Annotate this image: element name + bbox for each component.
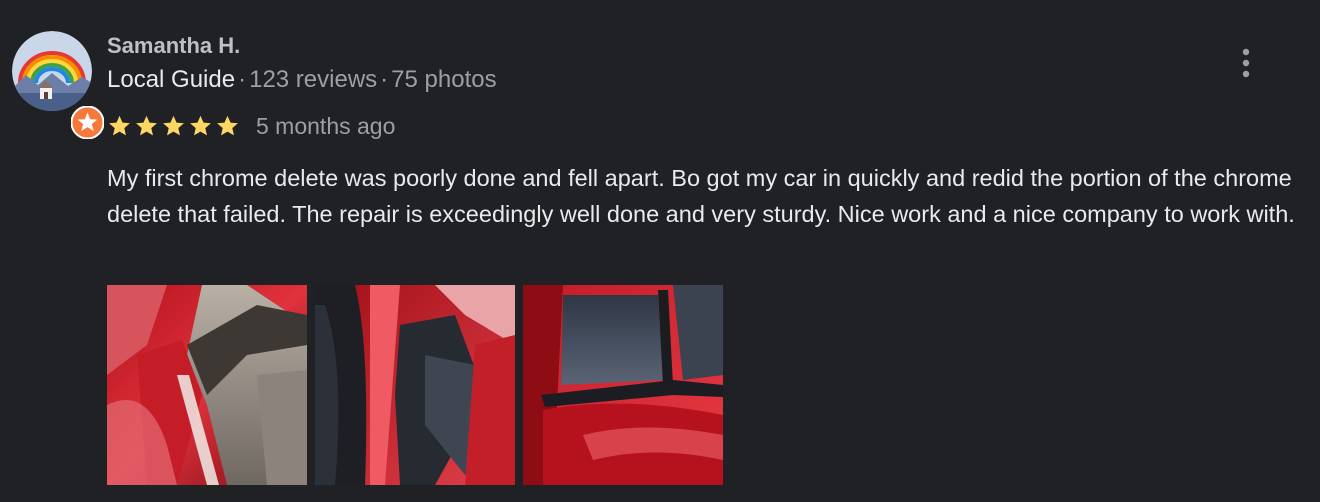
star-rating	[107, 114, 242, 138]
rating-row: 5 months ago	[107, 111, 395, 141]
more-options-button[interactable]	[1232, 46, 1260, 80]
review-photo-3[interactable]	[523, 285, 723, 485]
review-photo-3-image	[523, 285, 723, 485]
review-text: My first chrome delete was poorly done a…	[107, 165, 1295, 227]
meta-separator: ·	[380, 66, 389, 93]
star-icon	[163, 115, 184, 136]
review-photo-2-image	[315, 285, 515, 485]
more-vert-icon	[1242, 48, 1250, 78]
reviewer-name[interactable]: Samantha H.	[107, 33, 240, 59]
star-icon	[217, 115, 238, 136]
local-guide-label: Local Guide	[107, 66, 236, 93]
star-icon	[136, 115, 157, 136]
review-photo-1[interactable]	[107, 285, 307, 485]
rainbow-landscape-avatar	[12, 31, 92, 111]
review-date: 5 months ago	[256, 113, 396, 139]
star-icon	[109, 115, 130, 136]
star-icon	[190, 115, 211, 136]
review-count: 123 reviews	[249, 66, 378, 93]
reviewer-meta: Local Guide · 123 reviews · 75 photos	[107, 66, 497, 94]
meta-separator: ·	[238, 66, 247, 93]
review-photo-2[interactable]	[315, 285, 515, 485]
local-guide-star-badge	[71, 106, 104, 139]
photo-count: 75 photos	[391, 66, 497, 93]
review-photo-1-image	[107, 285, 307, 485]
review-photos	[107, 285, 731, 485]
reviewer-avatar[interactable]	[12, 31, 104, 139]
